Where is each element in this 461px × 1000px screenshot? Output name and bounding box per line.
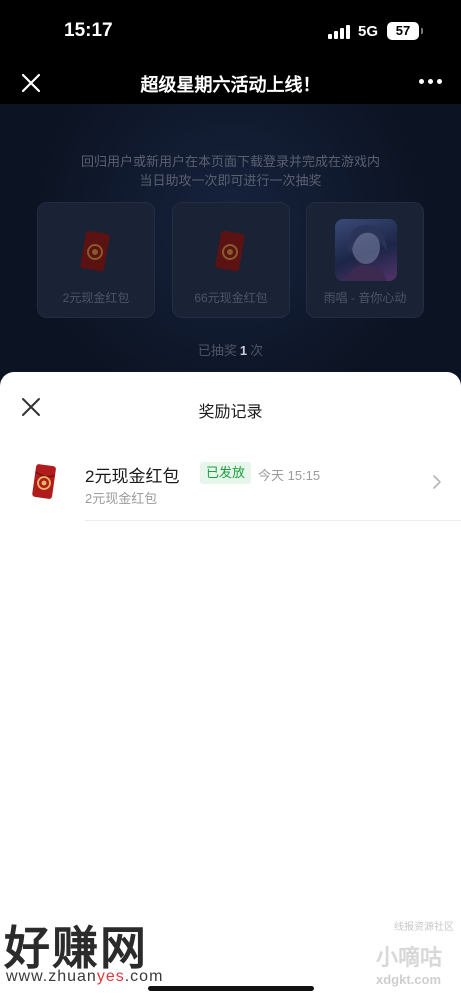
status-bar: 15:17 5G 57 — [0, 0, 461, 62]
draw-count: 已抽奖 1 次 — [197, 343, 264, 358]
red-envelope-icon — [215, 231, 245, 272]
activity-notice: 回归用户或新用户在本页面下载登录并完成在游戏内 当日助攻一次即可进行一次抽奖 — [80, 154, 380, 188]
battery-icon: 57 — [387, 22, 423, 40]
watermark-xdgkt: 线报资源社区 小嘀咕 xdgkt.com — [376, 922, 454, 987]
prize-label: 2元现金红包 — [62, 291, 130, 305]
character-avatar — [335, 219, 397, 281]
record-name: 2元现金红包 — [85, 467, 180, 486]
list-item[interactable]: 2元现金红包 已发放 今天 15:15 2元现金红包 — [0, 452, 461, 522]
prize-card: 雨唱 - 音你心动 — [306, 202, 424, 318]
more-icon[interactable] — [419, 79, 443, 85]
record-time: 今天 15:15 — [258, 468, 321, 483]
watermark-zhuanyes: 好赚网 www.zhuanyes.com — [4, 922, 164, 985]
battery-level: 57 — [395, 23, 411, 38]
prize-card: 66元现金红包 — [172, 202, 290, 318]
prize-label: 雨唱 - 音你心动 — [323, 291, 407, 305]
activity-page-background: 回归用户或新用户在本页面下载登录并完成在游戏内 当日助攻一次即可进行一次抽奖 2… — [0, 104, 461, 394]
divider — [85, 520, 461, 521]
status-badge: 已发放 — [200, 462, 252, 484]
red-envelope-icon — [80, 231, 110, 272]
prize-label: 66元现金红包 — [194, 291, 268, 305]
sheet-title: 奖励记录 — [198, 404, 263, 421]
signal-icon — [328, 25, 350, 39]
home-indicator[interactable] — [148, 986, 314, 991]
network-type: 5G — [358, 23, 379, 40]
red-envelope-icon — [32, 464, 56, 499]
chevron-right-icon — [433, 475, 441, 489]
nav-bar: 超级星期六活动上线！ — [0, 62, 461, 104]
record-subtitle: 2元现金红包 — [85, 491, 158, 506]
prize-card: 2元现金红包 — [37, 202, 155, 318]
page-title: 超级星期六活动上线！ — [140, 75, 321, 95]
reward-records-sheet: 奖励记录 2元现金红包 已发放 今天 15:15 2元现金红包 — [0, 372, 461, 1000]
status-time: 15:17 — [64, 20, 113, 41]
